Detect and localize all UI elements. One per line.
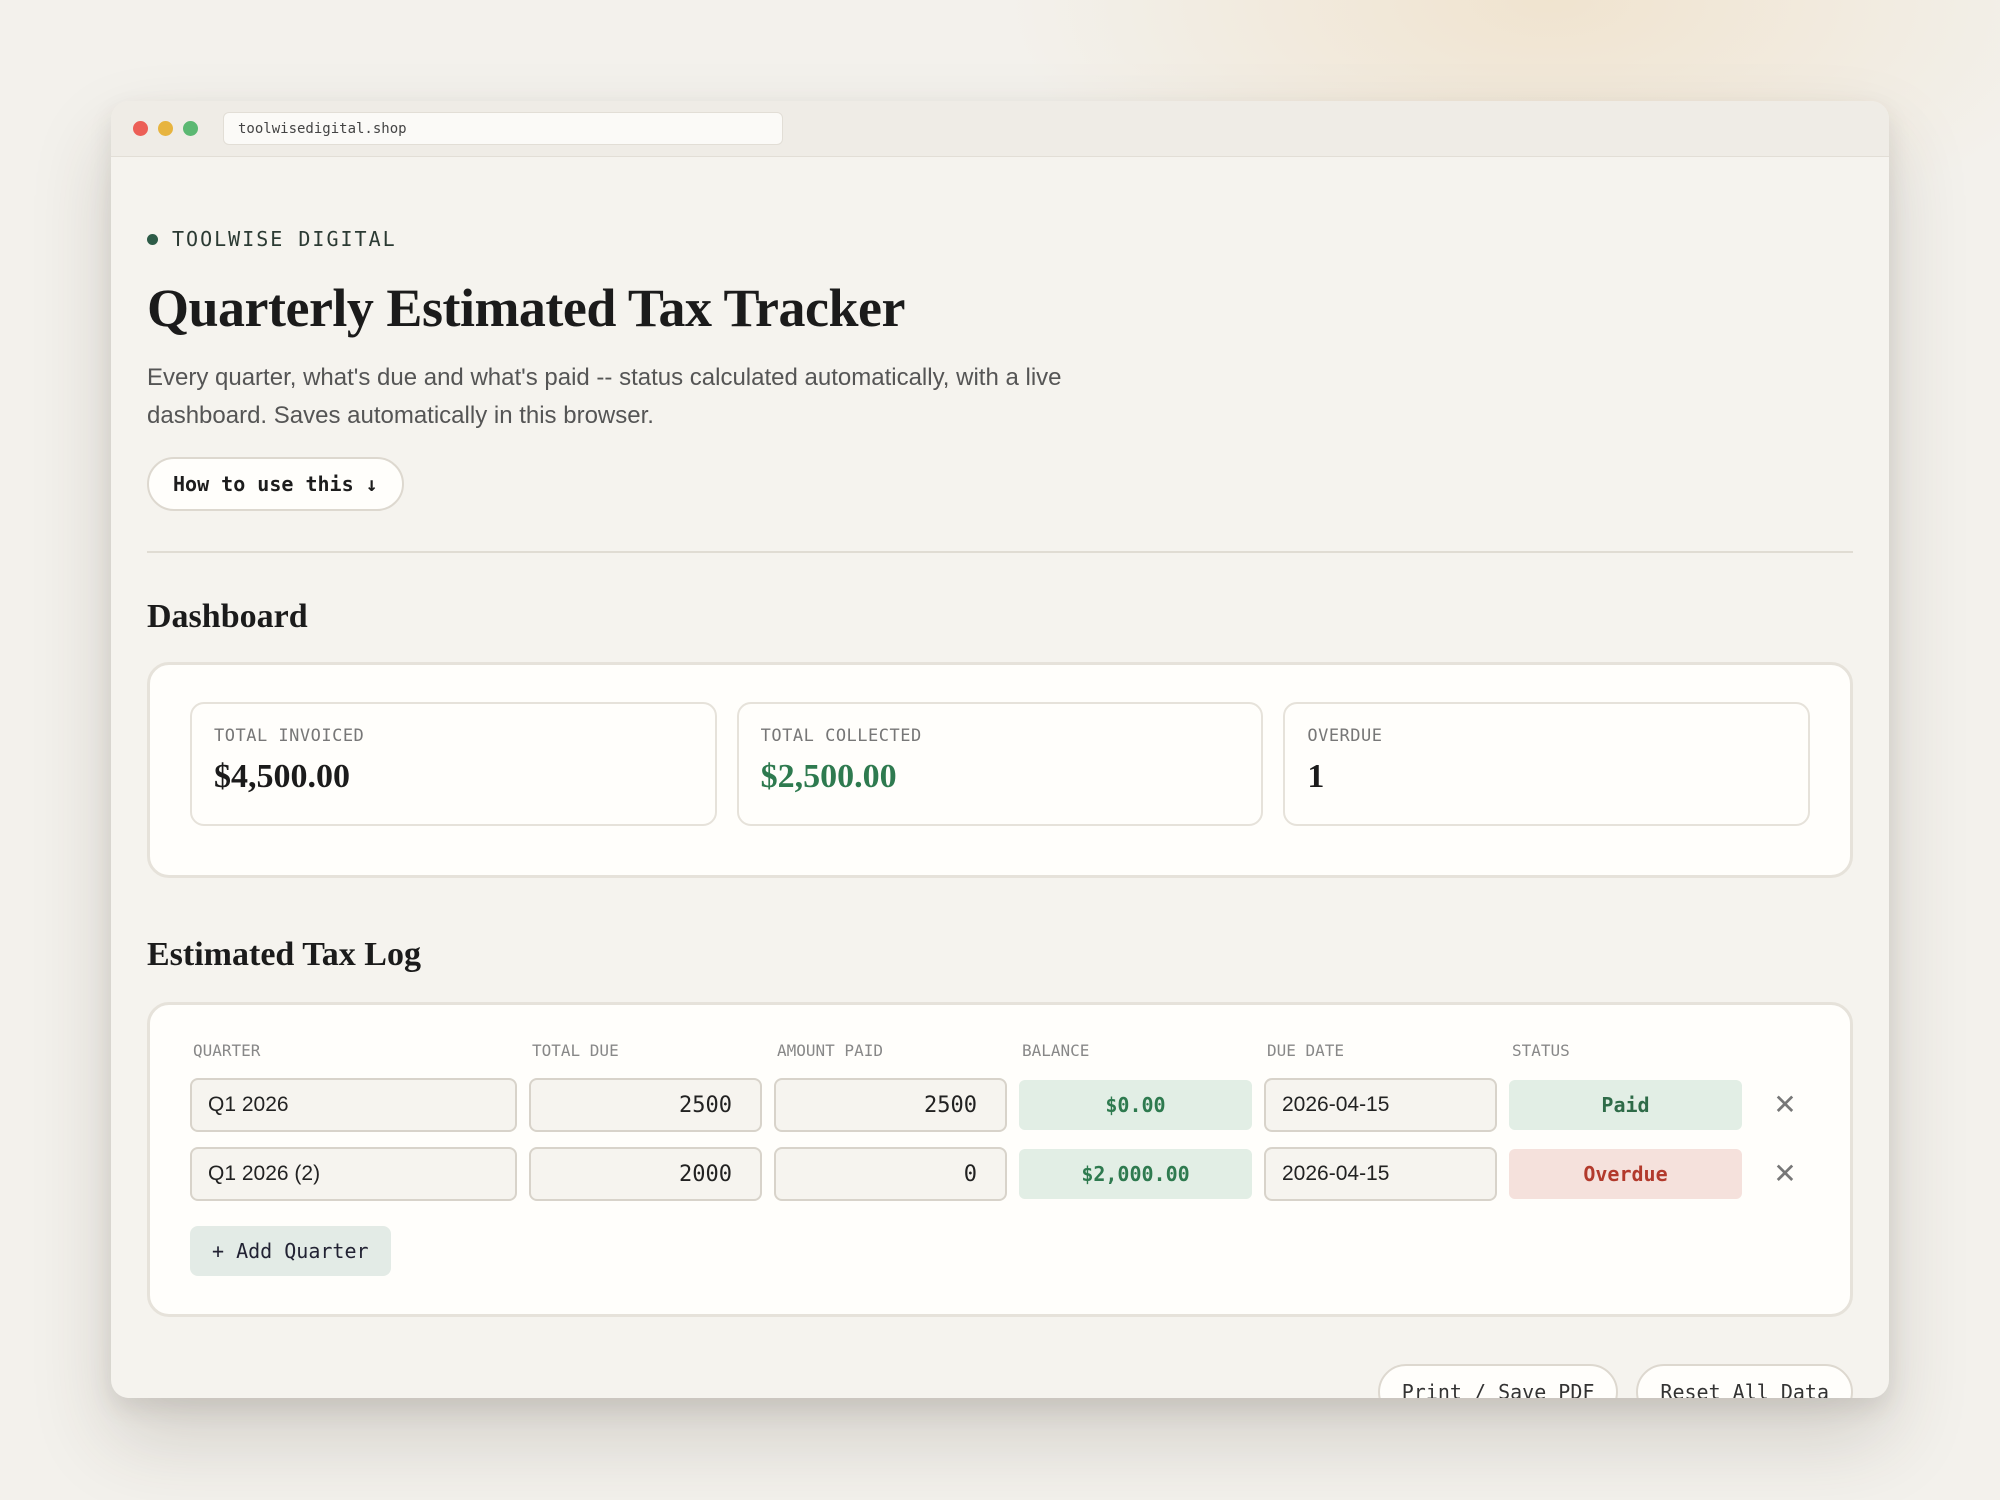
- dashboard-title: Dashboard: [147, 598, 308, 635]
- address-bar[interactable]: toolwisedigital.shop: [223, 112, 783, 145]
- due-date-input[interactable]: 2026-04-15: [1264, 1078, 1497, 1132]
- quarter-input[interactable]: Q1 2026 (2): [190, 1147, 517, 1201]
- total-due-input[interactable]: 2500: [529, 1078, 762, 1132]
- footer-actions: Print / Save PDF Reset All Data: [1377, 1364, 1853, 1398]
- table-header: QUARTER TOTAL DUE AMOUNT PAID BALANCE DU…: [190, 1041, 1810, 1063]
- stat-label: OVERDUE: [1307, 726, 1383, 746]
- column-header-status: STATUS: [1512, 1041, 1570, 1060]
- status-badge: Overdue: [1509, 1149, 1742, 1199]
- amount-paid-input[interactable]: 2500: [774, 1078, 1007, 1132]
- divider: [147, 551, 1853, 553]
- tax-log-panel: QUARTER TOTAL DUE AMOUNT PAID BALANCE DU…: [147, 1002, 1853, 1317]
- delete-row-icon[interactable]: ✕: [1770, 1160, 1800, 1188]
- stat-value: $2,500.00: [760, 758, 897, 795]
- stat-total-invoiced: TOTAL INVOICED $4,500.00: [190, 702, 717, 826]
- stat-overdue: OVERDUE 1: [1283, 702, 1811, 826]
- reset-all-data-button[interactable]: Reset All Data: [1636, 1364, 1853, 1398]
- brand-dot-icon: [147, 233, 158, 245]
- brand: TOOLWISE DIGITAL: [147, 227, 1853, 251]
- page-content: TOOLWISE DIGITAL Quarterly Estimated Tax…: [111, 227, 1889, 1317]
- browser-chrome: toolwisedigital.shop: [111, 101, 1889, 157]
- tax-log-title: Estimated Tax Log: [147, 936, 421, 973]
- column-header-due-date: DUE DATE: [1267, 1041, 1345, 1060]
- browser-window: toolwisedigital.shop TOOLWISE DIGITAL Qu…: [111, 101, 1889, 1398]
- stat-value: 1: [1307, 758, 1325, 795]
- stat-total-collected: TOTAL COLLECTED $2,500.00: [736, 702, 1264, 826]
- column-header-total-due: TOTAL DUE: [532, 1041, 619, 1060]
- stat-label: TOTAL INVOICED: [214, 726, 365, 746]
- stat-value: $4,500.00: [214, 758, 350, 795]
- quarter-input[interactable]: Q1 2026: [190, 1078, 517, 1132]
- maximize-window-dot[interactable]: [183, 121, 198, 136]
- page-title: Quarterly Estimated Tax Tracker: [147, 278, 905, 338]
- column-header-amount-paid: AMOUNT PAID: [777, 1041, 883, 1060]
- column-header-quarter: QUARTER: [193, 1041, 261, 1060]
- close-window-dot[interactable]: [133, 121, 148, 136]
- add-quarter-button[interactable]: + Add Quarter: [190, 1226, 391, 1276]
- table-row: Q1 2026 (2) 2000 0 $2,000.00 2026-04-15 …: [190, 1146, 1810, 1202]
- table-row: Q1 2026 2500 2500 $0.00 2026-04-15 Paid …: [190, 1077, 1810, 1133]
- balance-value: $2,000.00: [1019, 1149, 1252, 1199]
- due-date-input[interactable]: 2026-04-15: [1264, 1147, 1497, 1201]
- balance-value: $0.00: [1019, 1080, 1252, 1130]
- dashboard-panel: TOTAL INVOICED $4,500.00 TOTAL COLLECTED…: [147, 662, 1853, 878]
- status-badge: Paid: [1509, 1080, 1742, 1130]
- column-header-balance: BALANCE: [1022, 1041, 1090, 1060]
- delete-row-icon[interactable]: ✕: [1770, 1091, 1800, 1119]
- brand-name: TOOLWISE DIGITAL: [172, 227, 397, 251]
- how-to-use-button[interactable]: How to use this ↓: [147, 457, 404, 511]
- amount-paid-input[interactable]: 0: [774, 1147, 1007, 1201]
- minimize-window-dot[interactable]: [158, 121, 173, 136]
- total-due-input[interactable]: 2000: [529, 1147, 762, 1201]
- print-save-pdf-button[interactable]: Print / Save PDF: [1377, 1364, 1619, 1398]
- stat-label: TOTAL COLLECTED: [760, 726, 922, 746]
- page-subtitle: Every quarter, what's due and what's pai…: [147, 364, 1062, 429]
